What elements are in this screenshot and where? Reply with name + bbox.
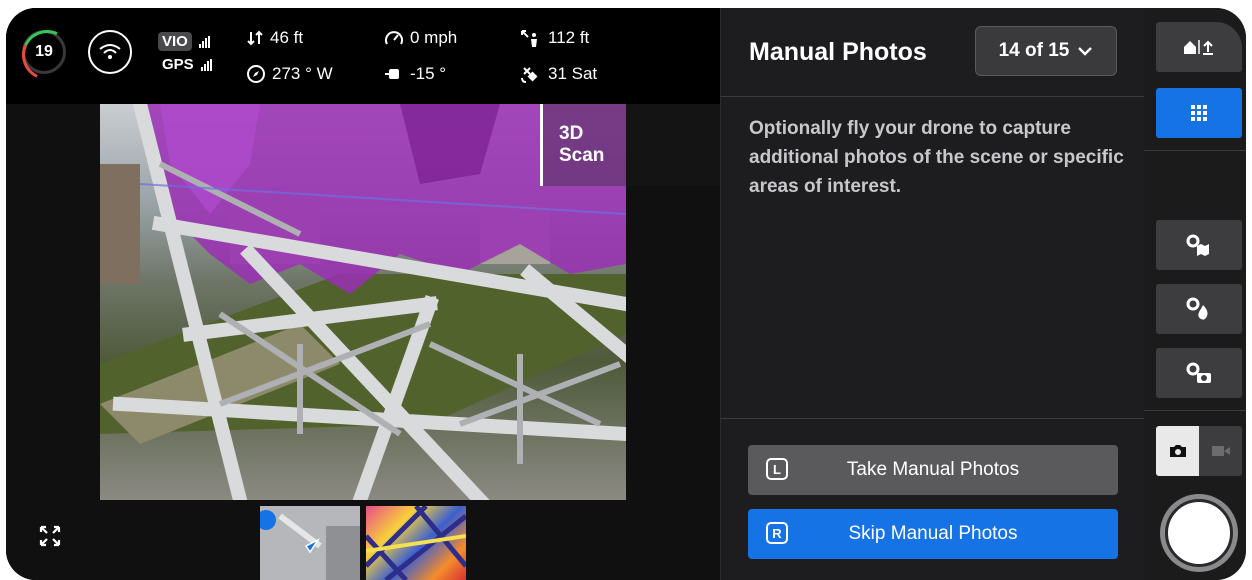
nav-source: VIO GPS [158, 30, 212, 76]
step-selector[interactable]: 14 of 15 [975, 26, 1117, 76]
speed-icon [385, 31, 403, 45]
skip-manual-photos-label: Skip Manual Photos [848, 523, 1018, 544]
divider [1144, 150, 1246, 151]
grid-menu-button[interactable] [1156, 88, 1242, 138]
camera-feed: 19 VIO GPS 46 ft 273 ° W 0 mph -15 ° 112… [6, 8, 720, 580]
scan-label-backdrop [626, 104, 720, 186]
compass-icon [247, 65, 265, 83]
settings-fire-icon [1186, 297, 1208, 320]
thermal-settings-button[interactable] [1156, 284, 1242, 334]
app-frame: 19 VIO GPS 46 ft 273 ° W 0 mph -15 ° 112… [6, 8, 1246, 580]
skip-manual-photos-button[interactable]: R Skip Manual Photos [748, 509, 1118, 559]
divider [721, 418, 1145, 419]
tool-rail [1144, 8, 1246, 580]
gps-signal-icon [200, 58, 212, 71]
take-manual-photos-button[interactable]: L Take Manual Photos [748, 445, 1118, 495]
altitude-icon [247, 30, 263, 46]
photo-mode-button[interactable] [1156, 426, 1199, 476]
camera-settings-button[interactable] [1156, 348, 1242, 398]
telemetry-bar: 19 VIO GPS 46 ft 273 ° W 0 mph -15 ° 112… [6, 8, 720, 104]
home-upload-icon [1184, 40, 1213, 55]
distance-icon [521, 30, 537, 47]
distance-readout: 112 ft [520, 28, 589, 48]
heading-readout: 273 ° W [246, 64, 333, 84]
video-icon [1211, 446, 1230, 456]
shutter-inner [1165, 499, 1233, 567]
drone-camera-view[interactable]: 3D Scan [100, 104, 626, 500]
wifi-icon [88, 30, 132, 74]
r-key-icon: R [766, 522, 788, 544]
gimbal-readout: -15 ° [384, 64, 446, 84]
video-mode-button[interactable] [1199, 426, 1242, 476]
chevron-down-icon [1078, 47, 1093, 56]
step-value: 14 of 15 [998, 40, 1070, 61]
satellite-readout: 31 Sat [520, 64, 597, 84]
gps-label: GPS [162, 56, 194, 73]
altitude-readout: 46 ft [246, 28, 303, 48]
capture-mode-toggle[interactable] [1156, 426, 1242, 476]
grid-icon [1191, 105, 1207, 121]
vio-badge: VIO [158, 32, 192, 51]
settings-map-icon [1186, 234, 1209, 256]
home-upload-button[interactable] [1156, 22, 1242, 72]
scan-mode-label: 3D Scan [540, 104, 626, 186]
take-manual-photos-label: Take Manual Photos [846, 459, 1020, 480]
battery-indicator: 19 [14, 22, 80, 88]
l-key-icon: L [766, 458, 788, 480]
divider [1144, 410, 1246, 411]
expand-icon[interactable] [38, 524, 62, 548]
settings-camera-icon [1186, 362, 1211, 383]
feed-bottom-bar [6, 500, 720, 580]
thermal-thumbnail[interactable] [366, 506, 466, 580]
page-title: Manual Photos [749, 38, 927, 66]
shutter-button[interactable] [1160, 494, 1238, 572]
instruction-panel: Manual Photos 14 of 15 Optionally fly yo… [720, 8, 1145, 580]
vio-signal-icon [198, 35, 210, 48]
map-settings-button[interactable] [1156, 220, 1242, 270]
divider [721, 96, 1145, 97]
map-thumbnail[interactable] [260, 506, 360, 580]
gimbal-icon [385, 69, 399, 79]
satellite-icon [521, 67, 538, 83]
step-description: Optionally fly your drone to capture add… [749, 118, 1124, 197]
speed-readout: 0 mph [384, 28, 457, 48]
camera-icon [1169, 445, 1186, 457]
